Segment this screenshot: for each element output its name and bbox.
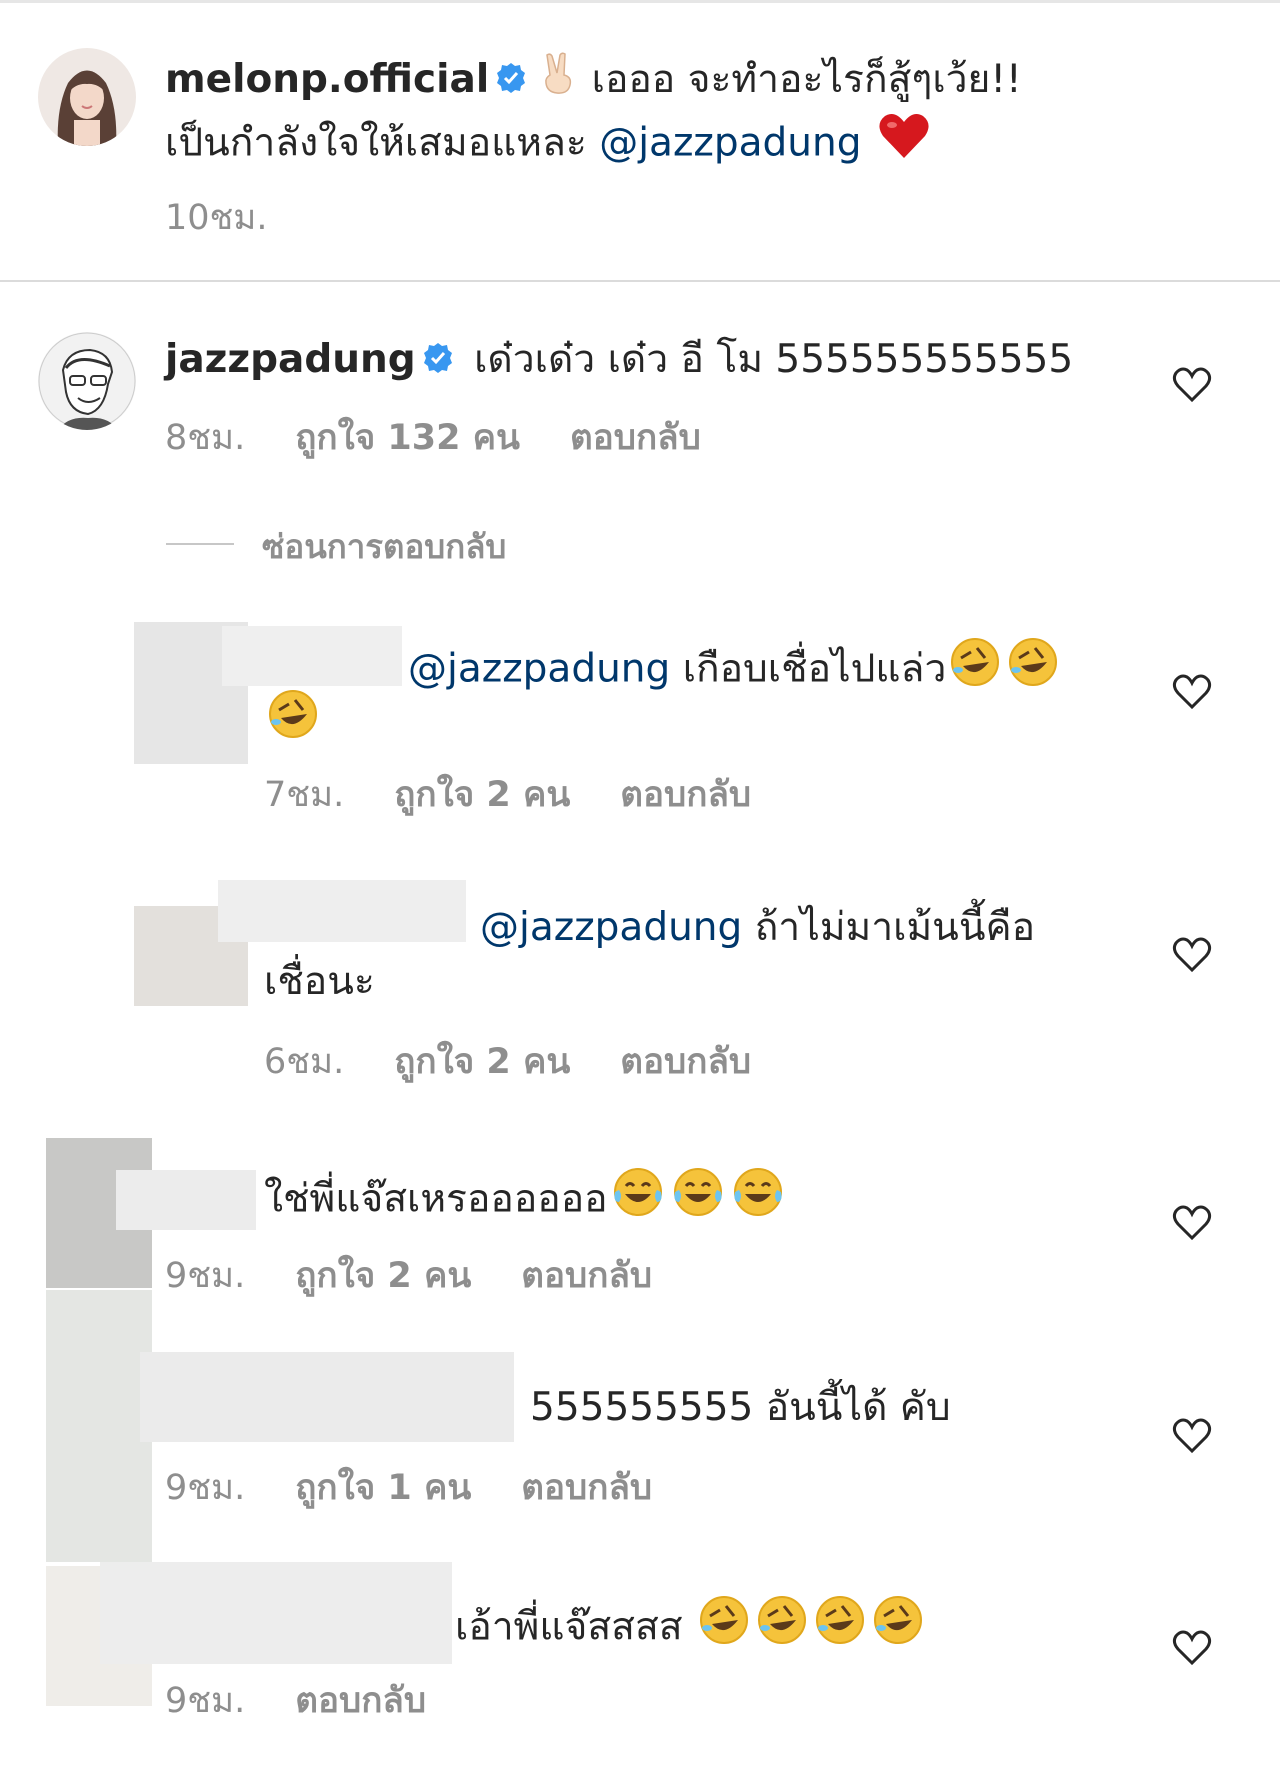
avatar[interactable] <box>38 48 136 146</box>
reply-text: เกือบเชื่อไปแล่ว <box>682 646 947 692</box>
caption-line-1: melonp.official เอออ จะทำอะไรก็สู้ๆเว้ย!… <box>165 50 1022 113</box>
reply-button[interactable]: ตอบกลับ <box>521 1468 652 1508</box>
likes-count-link[interactable]: ถูกใจ 2 คน <box>394 775 570 815</box>
reply-mention-link[interactable]: @jazzpadung <box>480 905 742 950</box>
reply-meta: 7ชม. ถูกใจ 2 คน ตอบกลับ <box>264 767 801 822</box>
reply-emoji-line <box>264 688 322 744</box>
comment-text: เด๋วเด๋ว เด๋ว อี โม 555555555555 <box>474 337 1074 382</box>
comment-body: เอ้าพี่แจ๊สสสส <box>455 1594 927 1664</box>
rofl-emoji-icon <box>698 1594 750 1664</box>
tears-of-joy-emoji-icon <box>731 1166 785 1236</box>
avatar <box>46 1290 152 1562</box>
like-heart-icon[interactable] <box>1172 1630 1212 1670</box>
rofl-emoji-icon <box>814 1594 866 1664</box>
reply-body: @jazzpadung เกือบเชื่อไปแล่ว <box>408 636 1062 706</box>
rofl-emoji-icon <box>267 688 319 744</box>
comment-text: ใช่พี่แจ๊สเหรออออออ <box>264 1176 608 1222</box>
caption-mention-link[interactable]: @jazzpadung <box>599 121 861 166</box>
reply-button[interactable]: ตอบกลับ <box>295 1681 426 1721</box>
rofl-emoji-icon <box>949 636 1001 706</box>
caption-line-2: เป็นกำลังใจให้เสมอแหละ @jazzpadung <box>165 112 934 178</box>
avatar[interactable] <box>38 332 136 430</box>
rofl-emoji-icon <box>756 1594 808 1664</box>
reply-text: ถ้าไม่มาเม้นนี้คือ <box>754 905 1035 950</box>
reply-button[interactable]: ตอบกลับ <box>521 1256 652 1296</box>
rofl-emoji-icon <box>1007 636 1059 706</box>
comment-time: 9ชม. <box>165 1256 246 1296</box>
rofl-emoji-icon <box>872 1594 924 1664</box>
hide-replies-line <box>166 543 234 545</box>
reply-text-line-2: เชื่อนะ <box>264 959 375 1004</box>
likes-count-link[interactable]: ถูกใจ 132 คน <box>295 418 520 458</box>
comment-time: 9ชม. <box>165 1681 246 1721</box>
reply-button[interactable]: ตอบกลับ <box>570 418 701 458</box>
reply-meta: 6ชม. ถูกใจ 2 คน ตอบกลับ <box>264 1034 801 1089</box>
reply-time: 7ชม. <box>264 775 345 815</box>
tears-of-joy-emoji-icon <box>671 1166 725 1236</box>
like-heart-icon[interactable] <box>1172 674 1212 714</box>
blurred-username <box>100 1562 452 1664</box>
victory-hand-icon <box>538 51 576 113</box>
verified-badge-icon <box>495 52 527 112</box>
comment-text: 555555555 อันนี้ได้ คับ <box>530 1385 951 1430</box>
comment-meta: 8ชม. ถูกใจ 132 คน ตอบกลับ <box>165 410 751 465</box>
section-divider <box>0 280 1280 282</box>
heart-emoji-icon <box>877 112 931 178</box>
verified-badge-icon <box>422 332 454 392</box>
like-heart-icon[interactable] <box>1172 367 1212 407</box>
reply-time: 6ชม. <box>264 1042 345 1082</box>
like-heart-icon[interactable] <box>1172 1418 1212 1458</box>
comment-time: 8ชม. <box>165 418 246 458</box>
comment-meta: 9ชม. ถูกใจ 2 คน ตอบกลับ <box>165 1248 702 1303</box>
comment-body: 555555555 อันนี้ได้ คับ <box>530 1378 951 1438</box>
likes-count-link[interactable]: ถูกใจ 2 คน <box>295 1256 471 1296</box>
caption-username[interactable]: melonp.official <box>165 57 489 102</box>
comment-body: jazzpadung เด๋วเด๋ว เด๋ว อี โม 555555555… <box>165 330 1073 392</box>
blurred-username <box>140 1352 514 1442</box>
comment-body: ใช่พี่แจ๊สเหรออออออ <box>264 1166 788 1236</box>
blurred-username <box>116 1170 256 1230</box>
comment-time: 9ชม. <box>165 1468 246 1508</box>
tears-of-joy-emoji-icon <box>611 1166 665 1236</box>
caption-time: 10ชม. <box>165 198 268 238</box>
hide-replies-button[interactable]: ซ่อนการตอบกลับ <box>262 520 506 573</box>
reply-button[interactable]: ตอบกลับ <box>620 775 751 815</box>
top-divider <box>0 0 1280 3</box>
reply-body: @jazzpadung ถ้าไม่มาเม้นนี้คือ <box>480 898 1035 958</box>
blurred-username <box>218 880 466 942</box>
likes-count-link[interactable]: ถูกใจ 1 คน <box>295 1468 471 1508</box>
like-heart-icon[interactable] <box>1172 937 1212 977</box>
reply-button[interactable]: ตอบกลับ <box>620 1042 751 1082</box>
comment-text: เอ้าพี่แจ๊สสสส <box>455 1604 683 1650</box>
caption-text: เอออ จะทำอะไรก็สู้ๆเว้ย!! <box>591 57 1022 102</box>
blurred-username <box>222 626 402 686</box>
comment-meta: 9ชม. ถูกใจ 1 คน ตอบกลับ <box>165 1460 702 1515</box>
like-heart-icon[interactable] <box>1172 1205 1212 1245</box>
comment-username[interactable]: jazzpadung <box>165 337 416 382</box>
comment-meta: 9ชม. ตอบกลับ <box>165 1673 476 1728</box>
likes-count-link[interactable]: ถูกใจ 2 คน <box>394 1042 570 1082</box>
reply-mention-link[interactable]: @jazzpadung <box>408 647 670 692</box>
